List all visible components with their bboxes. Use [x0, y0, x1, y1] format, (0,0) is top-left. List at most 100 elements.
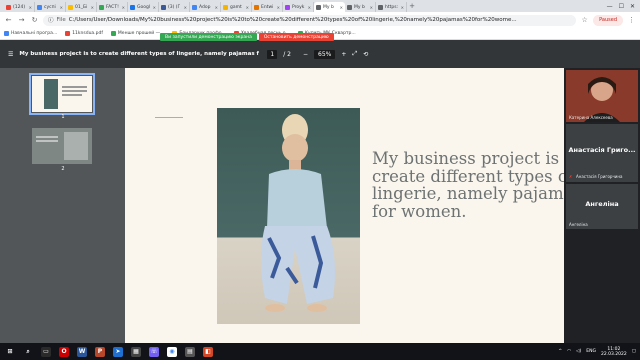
participant-name: Ангеліна [569, 222, 588, 227]
tab-close-icon[interactable]: ✕ [215, 5, 218, 10]
tab-favicon-icon [223, 4, 228, 10]
powerpoint-icon[interactable]: P [95, 346, 105, 357]
paused-button[interactable]: Paused [593, 14, 623, 26]
thumbnail-sidebar: 1 2 [0, 68, 125, 343]
maximize-button[interactable]: ☐ [619, 3, 624, 10]
address-bar[interactable]: ⓘ File C:/Users/User/Downloads/My%20busi… [43, 14, 577, 26]
browser-tab[interactable]: https: ✕ [376, 2, 407, 12]
star-icon[interactable]: ☆ [580, 16, 589, 24]
tab-close-icon[interactable]: ✕ [153, 5, 156, 10]
browser-tab[interactable]: My b ✕ [314, 2, 345, 12]
taskbar: ⊞ ⌕ ▭ O W P ➤ ▦ ☏ ◉ ▤ ◧ ^ ◠ ◁) ENG 11:02… [0, 343, 640, 360]
page-total: / 2 [283, 50, 291, 58]
tab-favicon-icon [68, 4, 73, 10]
clock[interactable]: 11:02 22.03.2022 [601, 347, 627, 357]
browser-tab[interactable]: Adop ✕ [190, 2, 221, 12]
wifi-icon[interactable]: ◠ [567, 349, 571, 354]
zoom-in-icon[interactable]: + [341, 51, 346, 58]
zoom-out-icon[interactable]: − [303, 51, 308, 58]
participant-name: Анастасія Григорчина [576, 174, 623, 179]
tab-close-icon[interactable]: ✕ [308, 5, 311, 10]
bookmark-favicon-icon [4, 31, 9, 36]
tab-close-icon[interactable]: ✕ [370, 5, 373, 10]
tab-close-icon[interactable]: ✕ [60, 5, 63, 10]
tab-close-icon[interactable]: ✕ [29, 5, 32, 10]
viber-icon[interactable]: ☏ [149, 346, 159, 357]
info-icon[interactable]: ⓘ [48, 16, 54, 24]
tab-label: 01_Бі [75, 4, 88, 10]
windows-start-icon[interactable]: ⊞ [5, 347, 15, 357]
tab-label: суспі [44, 4, 56, 10]
pdf-page: My business project is to create differe… [125, 68, 565, 343]
page-number-input[interactable]: 1 [267, 49, 278, 59]
tab-label: https: [385, 4, 399, 10]
thumbnail-number: 1 [61, 114, 65, 120]
url-text: C:/Users/User/Downloads/My%20business%20… [68, 17, 517, 23]
tab-close-icon[interactable]: ✕ [184, 5, 187, 10]
page-thumbnail-1[interactable] [29, 73, 95, 115]
tab-favicon-icon [99, 4, 104, 10]
word-icon[interactable]: W [77, 346, 87, 357]
browser-tab[interactable]: суспі ✕ [35, 2, 66, 12]
file-label: File [56, 17, 66, 23]
search-icon[interactable]: ⌕ [23, 347, 33, 357]
forward-icon[interactable]: → [17, 16, 26, 24]
participant-tile[interactable]: Анастасія Григо... Анастасія Григорчина … [566, 124, 638, 182]
tab-label: Adop [199, 4, 211, 10]
opera-icon[interactable]: O [59, 346, 69, 357]
calculator-icon[interactable]: ▦ [131, 346, 141, 357]
task-view-icon[interactable]: ▭ [41, 346, 51, 357]
new-tab-button[interactable]: + [407, 2, 417, 10]
telegram-icon[interactable]: ➤ [113, 346, 123, 357]
zoom-level[interactable]: 65% [314, 49, 336, 59]
self-video-tile[interactable]: Катерина Алексеева [566, 70, 638, 122]
browser-tab[interactable]: (3) (Г ✕ [159, 2, 190, 12]
browser-tab[interactable]: gamt ✕ [221, 2, 252, 12]
menu-icon[interactable]: ⋮ [627, 16, 636, 24]
store-icon[interactable]: ▤ [185, 346, 195, 357]
tab-close-icon[interactable]: ✕ [340, 5, 343, 10]
rotate-icon[interactable]: ⟲ [363, 51, 368, 58]
pdf-title: My business project is to create differe… [19, 51, 259, 57]
slide-text-line: My business project is to [372, 150, 565, 168]
browser-tab[interactable]: Proyk ✕ [283, 2, 314, 12]
page-thumbnail-2[interactable] [32, 128, 92, 164]
volume-icon[interactable]: ◁) [576, 349, 581, 354]
browser-tab[interactable]: Googl ✕ [128, 2, 159, 12]
browser-tab[interactable]: My b ✕ [345, 2, 376, 12]
chrome-icon[interactable]: ◉ [167, 346, 177, 357]
participant-tile[interactable]: Ангеліна Ангеліна [566, 184, 638, 229]
slide-text: My business project is to create differe… [372, 150, 565, 220]
browser-tab[interactable]: 01_Бі ✕ [66, 2, 97, 12]
fit-page-icon[interactable]: ⤢ [352, 50, 357, 58]
office-icon[interactable]: ◧ [203, 346, 213, 357]
language-indicator[interactable]: ENG [586, 349, 596, 354]
tab-close-icon[interactable]: ✕ [91, 5, 94, 10]
minimize-button[interactable]: — [607, 3, 613, 10]
bookmark-item[interactable]: Менше прошей —... [110, 31, 164, 36]
close-window-button[interactable]: ✕ [630, 3, 635, 10]
hamburger-menu-icon[interactable]: ☰ [8, 51, 13, 58]
window-controls: — ☐ ✕ [602, 0, 640, 12]
stop-sharing-button[interactable]: Остановить демонстрацию [258, 33, 334, 41]
browser-tab[interactable]: (124) ✕ [4, 2, 35, 12]
chevron-up-icon[interactable]: ^ [558, 349, 562, 354]
tab-label: gamt [230, 4, 242, 10]
toolbar: ← → ↻ ⓘ File C:/Users/User/Downloads/My%… [0, 12, 640, 28]
browser-tab[interactable]: FACT! ✕ [97, 2, 128, 12]
tab-label: My b [323, 4, 334, 10]
bookmark-item[interactable]: 11knsdua.pdf [65, 31, 103, 36]
tab-close-icon[interactable]: ✕ [401, 5, 404, 10]
bookmark-item[interactable]: Навчальні програ... [4, 31, 57, 36]
tab-close-icon[interactable]: ✕ [122, 5, 125, 10]
browser-tab[interactable]: Entwi ✕ [252, 2, 283, 12]
tab-close-icon[interactable]: ✕ [277, 5, 280, 10]
video-call-panel: Катерина Алексеева Анастасія Григо... Ан… [564, 68, 640, 343]
thumb-text-line [36, 136, 58, 138]
back-icon[interactable]: ← [4, 16, 13, 24]
reload-icon[interactable]: ↻ [30, 16, 39, 24]
slide-text-line: create different types of [372, 166, 565, 186]
notifications-icon[interactable]: ▢ [632, 349, 636, 354]
model-photo [217, 108, 360, 324]
tab-close-icon[interactable]: ✕ [246, 5, 249, 10]
